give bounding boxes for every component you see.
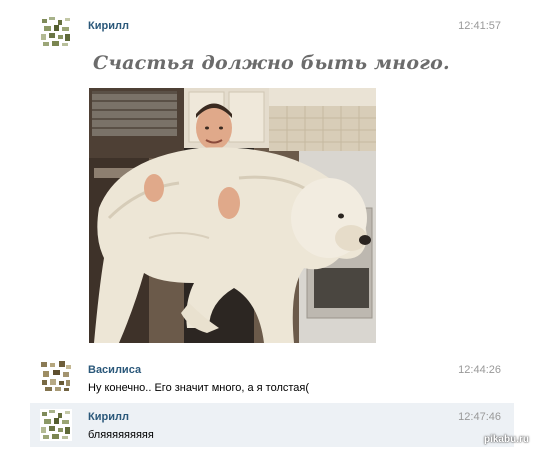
- watermark: pikabu.ru: [483, 434, 529, 445]
- avatar[interactable]: [40, 360, 72, 392]
- message-text: Ну конечно.. Его значит много, а я толст…: [88, 382, 310, 394]
- message-item: Василиса 12:44:26 Ну конечно.. Его значи…: [30, 358, 514, 398]
- message-text: бляяяяяяяяя: [88, 429, 154, 441]
- avatar-image: [40, 16, 72, 48]
- author-name[interactable]: Василиса: [88, 364, 141, 376]
- message-item: Кирилл 12:47:46 бляяяяяяяяя: [30, 403, 514, 447]
- message-time[interactable]: 12:44:26: [458, 364, 501, 376]
- avatar[interactable]: [40, 16, 72, 48]
- avatar[interactable]: [40, 409, 72, 441]
- message-time[interactable]: 12:41:57: [458, 20, 501, 32]
- attached-photo[interactable]: [89, 88, 376, 343]
- photo-image: [89, 88, 376, 343]
- avatar-image: [40, 360, 72, 392]
- author-name[interactable]: Кирилл: [88, 411, 129, 423]
- message-time[interactable]: 12:47:46: [458, 411, 501, 423]
- avatar-image: [40, 409, 72, 441]
- dialog-history: Кирилл 12:41:57 Счастья должно быть мног…: [0, 0, 536, 451]
- author-name[interactable]: Кирилл: [88, 20, 129, 32]
- image-caption: Счастья должно быть много.: [93, 52, 450, 74]
